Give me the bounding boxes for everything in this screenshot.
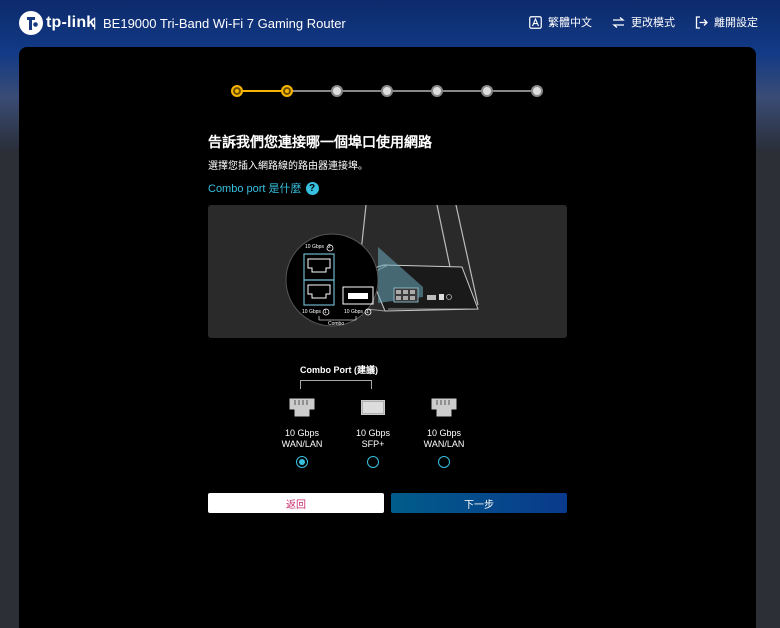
port-1-radio[interactable] (296, 456, 308, 468)
diagram-bottom-right-speed-label: 10 Gbps (344, 309, 363, 315)
diagram-combo-label: Combo (328, 321, 345, 327)
port-1-type: WAN/LAN (281, 439, 323, 449)
exit-setup-label: 離開設定 (714, 17, 758, 29)
next-button[interactable]: 下一步 (391, 493, 567, 513)
port-option-3: 10 Gbps WAN/LAN (404, 398, 484, 468)
logo-text: tp-link (46, 14, 96, 31)
ethernet-port-icon (289, 398, 315, 417)
combo-port-help-link[interactable]: Combo port 是什麼 ? (208, 180, 319, 196)
page-subtitle: 選擇您插入網路線的路由器連接埠。 (208, 161, 368, 172)
language-label: 繁體中文 (548, 17, 592, 29)
combo-port-bracket (300, 380, 372, 389)
diagram-top-speed-label: 10 Gbps (305, 244, 324, 250)
port-2-radio[interactable] (367, 456, 379, 468)
step-2 (281, 85, 293, 97)
diagram-bottom-left-badge: 1 (324, 309, 327, 315)
language-button[interactable]: 繁體中文 (529, 14, 592, 30)
switch-mode-icon (612, 16, 625, 28)
router-port-diagram: 10 Gbps 2 10 Gbps 1 10 Gbps 1 Combo (208, 205, 567, 338)
stepper-line-remaining (287, 90, 537, 92)
top-bar: tp-link | BE19000 Tri-Band Wi-Fi 7 Gamin… (0, 0, 780, 46)
ethernet-port-icon (431, 398, 457, 417)
exit-icon (695, 15, 708, 29)
diagram-bottom-left-speed-label: 10 Gbps (302, 309, 321, 315)
device-title: BE19000 Tri-Band Wi-Fi 7 Gaming Router (103, 16, 346, 31)
combo-port-label: Combo Port (建議) (300, 365, 378, 375)
switch-mode-button[interactable]: 更改模式 (612, 14, 675, 30)
sfp-port-icon (361, 400, 385, 415)
port-2-speed: 10 Gbps (355, 428, 391, 438)
stepper-line-completed (237, 90, 287, 92)
port-3-radio[interactable] (438, 456, 450, 468)
header-actions: 繁體中文 更改模式 離開設定 (529, 14, 758, 30)
port-option-1: 10 Gbps WAN/LAN (262, 398, 342, 468)
help-icon: ? (305, 181, 319, 195)
router-illustration (285, 205, 479, 327)
exit-setup-button[interactable]: 離開設定 (695, 14, 758, 30)
step-6 (481, 85, 493, 97)
language-icon (529, 15, 542, 29)
port-option-2: 10 Gbps SFP+ (333, 398, 413, 468)
combo-port-help-text: Combo port 是什麼 (208, 183, 302, 195)
port-3-speed: 10 Gbps (426, 428, 462, 438)
step-1 (231, 85, 243, 97)
tp-link-logo[interactable]: tp-link (18, 10, 95, 36)
step-3 (331, 85, 343, 97)
progress-stepper (231, 83, 543, 99)
page-title: 告訴我們您連接哪一個埠口使用網路 (208, 134, 432, 150)
port-2-type: SFP+ (361, 439, 385, 449)
diagram-bottom-right-badge: 1 (366, 309, 369, 315)
title-separator: | (93, 15, 97, 30)
step-5 (431, 85, 443, 97)
port-3-type: WAN/LAN (423, 439, 465, 449)
step-7 (531, 85, 543, 97)
step-4 (381, 85, 393, 97)
back-button[interactable]: 返回 (208, 493, 384, 513)
diagram-top-badge: 2 (328, 244, 331, 250)
switch-mode-label: 更改模式 (631, 17, 675, 29)
port-1-speed: 10 Gbps (284, 428, 320, 438)
tp-link-logo-icon (19, 11, 43, 35)
